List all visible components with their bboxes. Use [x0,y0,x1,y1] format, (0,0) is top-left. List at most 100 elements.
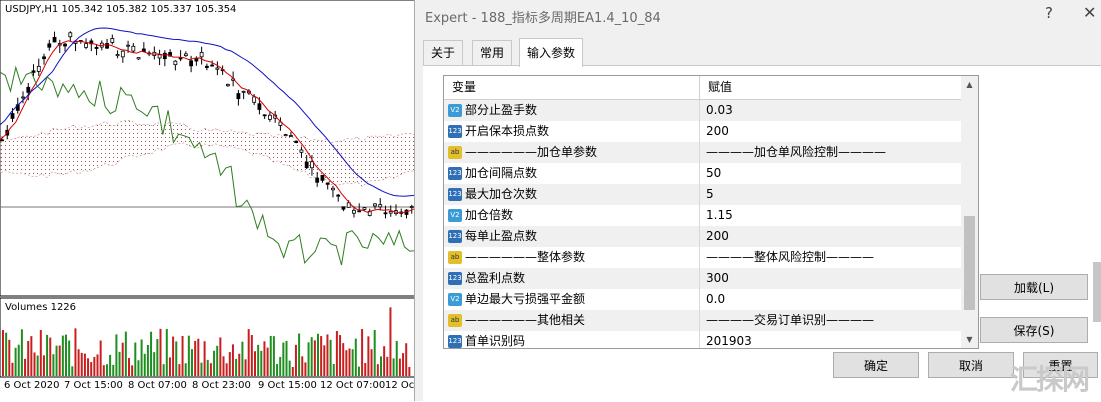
grid-rows: V2 部分止盈手数 0.03 123 开启保本损点数 200 ab ——————加仓单参数 ——… [444,100,961,348]
scroll-down-icon[interactable]: ▼ [961,331,978,348]
candle-body [105,43,109,49]
parameter-name: ——————其他相关 [465,313,586,327]
candle-body [357,210,362,213]
tab-about[interactable]: 关于 [423,40,464,66]
parameter-value[interactable]: ————加仓单风险控制———— [699,142,968,163]
candle-body [26,86,31,93]
int-type-icon: 123 [448,230,462,243]
candle-body [36,65,41,72]
candle-body [336,194,341,197]
parameter-row[interactable]: V2 加仓倍数 1.15 [444,205,961,226]
candle-body [157,54,162,59]
string-type-icon: ab [448,251,462,264]
int-type-icon: 123 [448,272,462,285]
candle-body [199,51,204,58]
tab-inputs[interactable]: 输入参数 [519,38,584,67]
column-header-value[interactable]: 赋值 [699,76,962,99]
parameter-value[interactable]: 50 [699,163,968,184]
candle-body [283,134,288,136]
candle-body [84,43,88,48]
candle-body [110,38,115,43]
candle-body [315,177,320,183]
parameter-name: 最大加仓次数 [465,187,538,201]
candle-body [383,212,388,215]
parameter-value[interactable]: 200 [699,121,968,142]
parameter-name: 加仓间隔点数 [465,166,538,180]
candle-body [189,60,194,67]
candle-body [173,60,178,66]
grid-scrollbar[interactable]: ▲ ▼ [961,76,978,348]
parameter-value[interactable]: 200 [699,226,968,247]
candle-body [331,187,335,191]
outer-scrollbar-thumb[interactable] [1093,262,1101,322]
parameter-value[interactable]: 1.15 [699,205,968,226]
parameter-value[interactable]: 0.0 [699,289,968,310]
parameter-row[interactable]: V2 单边最大亏损强平金额 0.0 [444,289,961,310]
candle-body [320,174,325,181]
parameter-value[interactable]: ————整体风险控制———— [699,247,968,268]
candle-body [252,96,257,103]
help-icon[interactable]: ? [1045,4,1053,22]
candle-body [362,207,367,210]
candle-body [194,58,199,62]
time-axis-label: 12 Oct [385,380,416,391]
price-chart[interactable]: USDJPY,H1 105.342 105.382 105.337 105.35… [0,0,416,401]
parameter-value[interactable]: ————交易订单识别———— [699,310,968,331]
time-axis-label: 7 Oct 15:00 [64,380,123,391]
time-axis-label: 8 Oct 07:00 [128,380,187,391]
candle-body [215,67,220,70]
candle-body [352,209,356,214]
int-type-icon: 123 [448,188,462,201]
candle-body [341,206,346,210]
cancel-button[interactable]: 取消 [928,352,1014,378]
parameter-name: 开启保本损点数 [465,124,550,138]
close-icon[interactable]: ✕ [1083,3,1096,22]
candle-body [126,44,130,47]
time-axis-label: 6 Oct 2020 [4,380,60,391]
parameter-row[interactable]: ab ——————加仓单参数 ————加仓单风险控制———— [444,142,961,163]
parameter-row[interactable]: 123 加仓间隔点数 50 [444,163,961,184]
candle-body [178,57,183,60]
parameter-value[interactable]: 0.03 [699,100,968,121]
parameter-row[interactable]: ab ——————其他相关 ————交易订单识别———— [444,310,961,331]
parameter-name: 首单识别码 [465,334,526,348]
double-type-icon: V2 [448,104,462,117]
candle-body [115,54,120,57]
candle-body [204,65,209,68]
parameter-value[interactable]: 300 [699,268,968,289]
load-button[interactable]: 加载(L) [980,274,1088,300]
candle-body [31,70,36,73]
parameter-value[interactable]: 201903 [699,331,968,348]
parameter-row[interactable]: 123 每单止盈点数 200 [444,226,961,247]
candle-body [162,52,167,60]
candle-body [136,57,141,60]
candle-body [52,36,57,43]
candle-body [409,206,414,208]
candle-body [94,46,99,49]
ok-button[interactable]: 确定 [833,352,919,378]
parameter-row[interactable]: V2 部分止盈手数 0.03 [444,100,961,121]
int-type-icon: 123 [448,335,462,348]
parameter-row[interactable]: 123 开启保本损点数 200 [444,121,961,142]
parameter-value[interactable]: 5 [699,184,968,205]
candle-body [373,203,377,207]
watermark-logo: 汇探网 [1010,363,1090,396]
candle-body [131,45,136,52]
parameter-row[interactable]: ab ——————整体参数 ————整体风险控制———— [444,247,961,268]
parameter-name: 加仓倍数 [465,208,514,222]
parameters-grid[interactable]: 变量 赋值 V2 部分止盈手数 0.03 123 开启保本损点数 200 ab ——————加… [443,75,979,349]
scroll-thumb[interactable] [964,216,975,310]
int-type-icon: 123 [448,167,462,180]
candle-body [10,113,15,119]
parameter-row[interactable]: 123 首单识别码 201903 [444,331,961,348]
parameter-row[interactable]: 123 最大加仓次数 5 [444,184,961,205]
parameter-row[interactable]: 123 总盈利点数 300 [444,268,961,289]
save-button[interactable]: 保存(S) [980,317,1088,343]
scroll-up-icon[interactable]: ▲ [961,76,978,93]
tab-common[interactable]: 常用 [472,40,513,66]
candle-body [236,93,241,100]
candle-body [294,140,299,144]
parameter-name: 部分止盈手数 [465,103,538,117]
expert-dialog: Expert - 188_指标多周期EA1.4_10_84 ? ✕ 关于 常用 … [414,0,1101,402]
column-header-variable[interactable]: 变量 [444,76,698,99]
